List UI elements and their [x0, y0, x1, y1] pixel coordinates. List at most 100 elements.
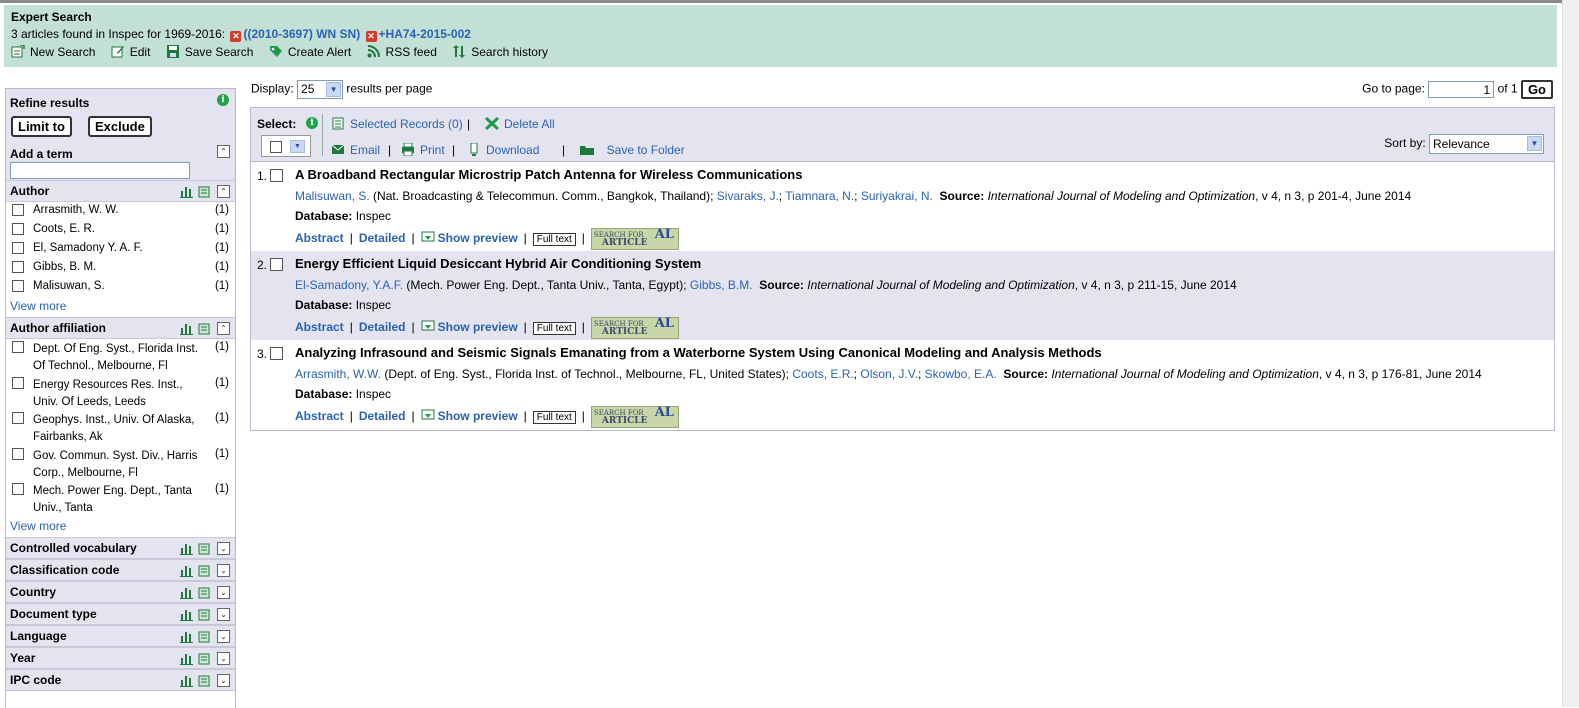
remove-query-icon[interactable]: ✕	[230, 31, 242, 42]
query-term-2[interactable]: +HA74-2015-002	[379, 27, 471, 41]
export-icon[interactable]	[198, 185, 211, 198]
full-text-button[interactable]: Full text	[532, 232, 576, 246]
detailed-link[interactable]: Detailed	[359, 409, 406, 423]
save-search-button[interactable]: Save Search	[166, 45, 253, 59]
result-title[interactable]: Analyzing Infrasound and Seismic Signals…	[295, 345, 1102, 360]
author-facet-item[interactable]: El, Samadony Y. A. F. (1)	[6, 240, 235, 259]
author-facet-item[interactable]: Arrasmith, W. W. (1)	[6, 202, 235, 221]
detailed-link[interactable]: Detailed	[359, 320, 406, 334]
export-icon[interactable]	[198, 322, 211, 335]
view-more-link[interactable]: View more	[10, 299, 66, 313]
abstract-link[interactable]: Abstract	[295, 320, 344, 334]
facet-checkbox[interactable]	[12, 280, 24, 292]
expand-icon[interactable]: ⌄	[217, 585, 230, 599]
detailed-link[interactable]: Detailed	[359, 231, 406, 245]
author-facet-item[interactable]: Gibbs, B. M. (1)	[6, 259, 235, 278]
bar-chart-icon[interactable]	[180, 542, 193, 555]
facet-checkbox[interactable]	[12, 447, 24, 460]
result-checkbox[interactable]	[270, 258, 283, 271]
search-for-article-button[interactable]: SEARCH FOR ARTICLE AL	[590, 228, 679, 250]
full-text-button[interactable]: Full text	[532, 321, 576, 335]
info-icon[interactable]: i	[306, 117, 318, 129]
remove-query-icon[interactable]: ✕	[365, 31, 377, 42]
bar-chart-icon[interactable]	[180, 586, 193, 599]
search-for-article-button[interactable]: SEARCH FOR ARTICLE AL	[590, 406, 679, 428]
show-preview-link[interactable]: Show preview	[421, 320, 518, 334]
edit-button[interactable]: Edit	[111, 45, 150, 59]
affiliation-facet-item[interactable]: Energy Resources Res. Inst., Univ. Of Le…	[6, 375, 235, 411]
query-term-1[interactable]: ((2010-3697) WN SN)	[243, 27, 360, 41]
collapsed-facet-header[interactable]: IPC code ⌄	[6, 668, 235, 691]
author-link[interactable]: El-Samadony, Y.A.F.	[295, 278, 403, 292]
facet-checkbox[interactable]	[12, 242, 24, 254]
info-icon[interactable]: i	[217, 94, 229, 106]
bar-chart-icon[interactable]	[180, 322, 193, 336]
abstract-link[interactable]: Abstract	[295, 409, 344, 423]
result-title[interactable]: A Broadband Rectangular Microstrip Patch…	[295, 167, 802, 182]
show-preview-link[interactable]: Show preview	[421, 231, 518, 245]
export-icon[interactable]	[198, 564, 211, 577]
limit-to-button[interactable]: Limit to	[11, 116, 72, 137]
expand-icon[interactable]: ⌄	[217, 607, 230, 621]
expand-icon[interactable]: ⌄	[217, 541, 230, 555]
affiliation-facet-item[interactable]: Gov. Commun. Syst. Div., Harris Corp., M…	[6, 446, 235, 482]
bar-chart-icon[interactable]	[180, 608, 193, 621]
selected-records-link[interactable]: Selected Records (0)	[331, 117, 463, 131]
select-all-checkbox[interactable]	[270, 141, 282, 153]
author-facet-item[interactable]: Malisuwan, S. (1)	[6, 278, 235, 297]
show-preview-link[interactable]: Show preview	[421, 409, 518, 423]
create-alert-button[interactable]: Create Alert	[269, 45, 351, 59]
export-icon[interactable]	[198, 608, 211, 621]
search-history-button[interactable]: Search history	[452, 45, 548, 59]
download-link[interactable]: Download	[467, 143, 539, 157]
print-link[interactable]: Print	[401, 143, 445, 157]
facet-checkbox[interactable]	[12, 261, 24, 273]
affiliation-facet-item[interactable]: Mech. Power Eng. Dept., Tanta Univ., Tan…	[6, 481, 235, 517]
result-title[interactable]: Energy Efficient Liquid Desiccant Hybrid…	[295, 256, 701, 271]
collapsed-facet-header[interactable]: Year ⌄	[6, 646, 235, 669]
collapsed-facet-header[interactable]: Language ⌄	[6, 624, 235, 647]
facet-checkbox[interactable]	[12, 412, 24, 424]
search-for-article-button[interactable]: SEARCH FOR ARTICLE AL	[590, 317, 679, 339]
facet-checkbox[interactable]	[12, 223, 24, 235]
save-to-folder-link[interactable]: Save to Folder	[579, 143, 685, 157]
author-facet-header[interactable]: Author ⌃	[6, 180, 235, 202]
result-checkbox[interactable]	[270, 169, 283, 182]
collapsed-facet-header[interactable]: Document type ⌄	[6, 602, 235, 625]
bar-chart-icon[interactable]	[180, 674, 193, 687]
author-link[interactable]: Arrasmith, W.W.	[295, 367, 381, 381]
affiliation-view-more[interactable]: View more	[6, 517, 235, 537]
export-icon[interactable]	[198, 542, 211, 555]
author-link[interactable]: Gibbs, B.M.	[690, 278, 753, 292]
expand-icon[interactable]: ⌄	[217, 563, 230, 577]
view-more-link[interactable]: View more	[10, 519, 66, 533]
facet-checkbox[interactable]	[12, 341, 24, 353]
author-link[interactable]: Sivaraks, J.	[717, 189, 779, 203]
facet-checkbox[interactable]	[12, 483, 24, 495]
new-search-button[interactable]: New Search	[11, 45, 95, 59]
sort-select[interactable]: Relevance ▼	[1429, 134, 1544, 154]
expand-icon[interactable]: ⌄	[217, 629, 230, 643]
author-view-more[interactable]: View more	[6, 297, 235, 317]
author-link[interactable]: Coots, E.R.	[792, 367, 853, 381]
affiliation-facet-item[interactable]: Geophys. Inst., Univ. Of Alaska, Fairban…	[6, 410, 235, 446]
email-link[interactable]: Email	[331, 143, 380, 157]
delete-all-link[interactable]: Delete All	[485, 117, 555, 131]
author-link[interactable]: Suriyakrai, N.	[861, 189, 933, 203]
facet-checkbox[interactable]	[12, 376, 24, 389]
go-button[interactable]: Go	[1520, 80, 1553, 99]
results-per-page-select[interactable]: 25 ▼	[297, 80, 344, 99]
export-icon[interactable]	[198, 586, 211, 599]
collapsed-facet-header[interactable]: Country ⌄	[6, 580, 235, 603]
result-checkbox[interactable]	[270, 347, 283, 360]
add-term-input[interactable]	[10, 162, 190, 179]
bar-chart-icon[interactable]	[180, 564, 193, 577]
bar-chart-icon[interactable]	[180, 652, 193, 665]
bar-chart-icon[interactable]	[180, 630, 193, 643]
collapse-icon[interactable]: ⌃	[217, 185, 230, 199]
affiliation-facet-header[interactable]: Author affiliation ⌃	[6, 317, 235, 339]
chevron-down-icon[interactable]: ▼	[290, 140, 305, 153]
author-facet-item[interactable]: Coots, E. R. (1)	[6, 221, 235, 240]
expand-icon[interactable]: ⌄	[217, 651, 230, 665]
expand-icon[interactable]: ⌄	[217, 673, 230, 687]
